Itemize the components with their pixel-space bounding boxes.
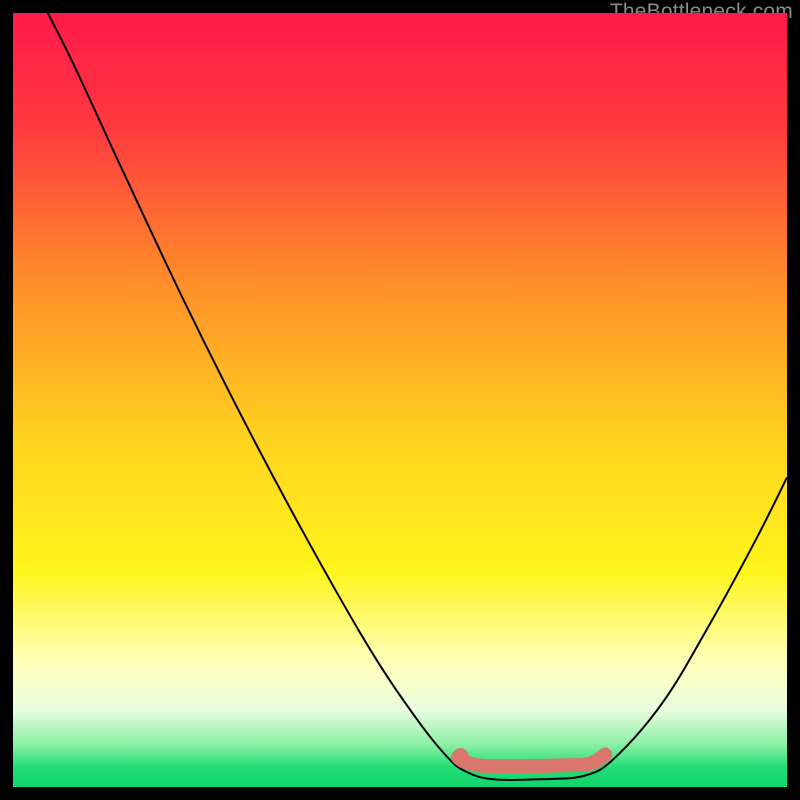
chart-frame: TheBottleneck.com	[13, 13, 787, 787]
chart-plot	[13, 13, 787, 787]
chart-background	[13, 13, 787, 787]
optimal-start-dot	[452, 748, 468, 764]
